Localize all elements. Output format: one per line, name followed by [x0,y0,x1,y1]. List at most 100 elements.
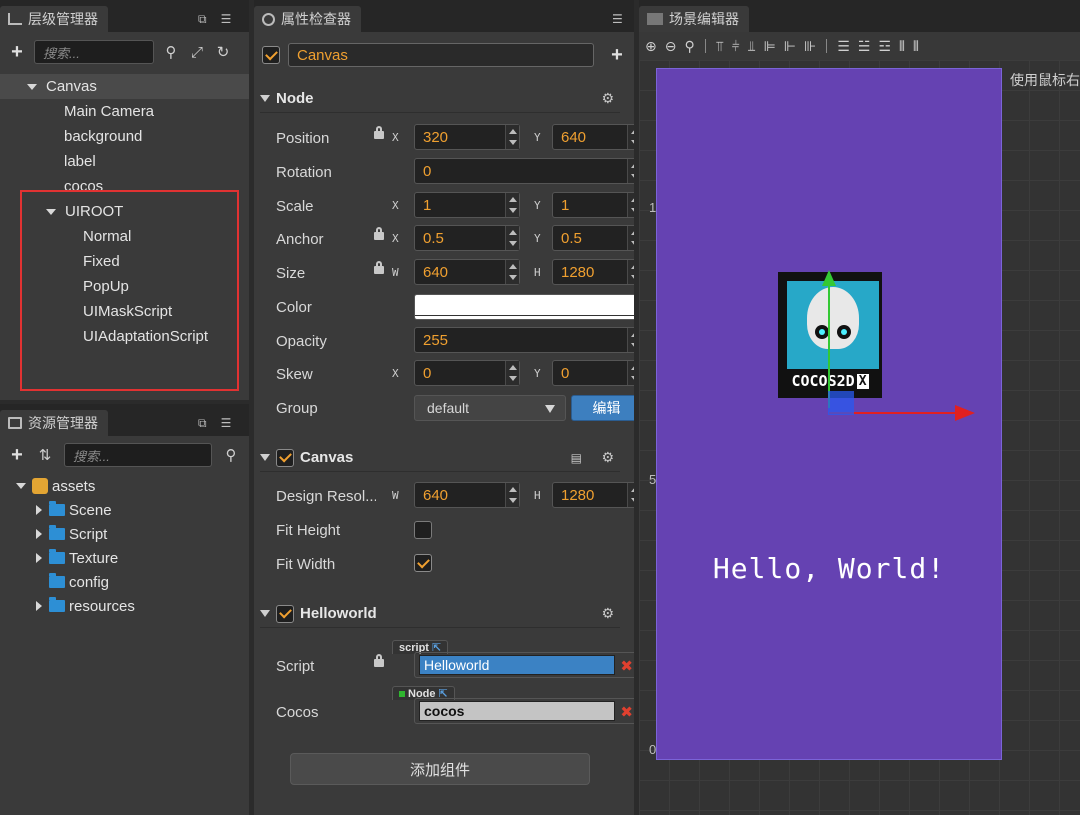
spinner[interactable] [627,159,634,183]
anchor-x-input[interactable]: 0.5 [414,225,520,251]
scale-x-input[interactable]: 1 [414,192,520,218]
gizmo-center-handle[interactable] [828,391,854,415]
gear-icon[interactable]: ⚙ [601,605,614,622]
node-section-header[interactable]: Node ⚙ [260,85,620,113]
canvas-enabled-checkbox[interactable] [276,448,294,467]
distribute-left-icon[interactable]: ⦀ [899,38,905,55]
design-w-input[interactable]: 640 [414,482,520,508]
align-hcenter-icon[interactable]: ⊩ [784,38,796,55]
collapse-arrow-icon[interactable] [260,610,270,617]
clear-icon[interactable]: ✖ [620,703,633,721]
assets-search-input[interactable]: 搜索... [64,443,212,467]
menu-icon[interactable]: ☰ [221,416,232,431]
node-name-input[interactable]: Canvas [288,43,594,67]
asset-folder-texture[interactable]: Texture [0,546,249,570]
add-component-plus-button[interactable]: + [608,45,626,65]
spinner[interactable] [627,125,634,149]
node-active-checkbox[interactable] [262,46,280,64]
tree-node-background[interactable]: background [0,124,249,149]
cocos-node-field[interactable]: cocos ✖ [414,698,634,724]
hierarchy-search-input[interactable]: 搜索... [34,40,154,64]
asset-root[interactable]: assets [0,474,249,498]
spinner[interactable] [627,193,634,217]
skew-x-input[interactable]: 0 [414,360,520,386]
skew-y-input[interactable]: 0 [552,360,634,386]
spinner[interactable] [627,260,634,284]
canvas-section-header[interactable]: Canvas ▤ ⚙ [260,444,620,472]
book-icon[interactable]: ▤ [571,451,582,465]
gear-icon[interactable]: ⚙ [601,90,614,107]
anchor-y-input[interactable]: 0.5 [552,225,634,251]
design-h-input[interactable]: 1280 [552,482,634,508]
menu-icon[interactable]: ☰ [221,12,232,27]
collapse-arrow-icon[interactable] [36,529,42,539]
zoom-out-icon[interactable]: ⊖ [665,38,677,55]
spinner[interactable] [505,125,519,149]
popout-icon[interactable]: ⧉ [198,416,207,431]
clear-icon[interactable]: ✖ [620,657,633,675]
assets-tab[interactable]: 资源管理器 [0,410,108,436]
inspector-tab[interactable]: 属性检查器 [254,6,361,32]
add-component-button[interactable]: 添加组件 [290,753,590,785]
color-picker[interactable] [414,294,634,320]
rotation-input[interactable]: 0 [414,158,634,184]
spinner[interactable] [505,483,519,507]
lock-icon[interactable] [374,261,384,274]
align-vcenter-icon[interactable]: ⫩ [732,38,740,55]
gizmo-y-axis[interactable] [828,278,830,408]
asset-folder-scene[interactable]: Scene [0,498,249,522]
zoom-reset-icon[interactable]: ⚲ [684,38,694,55]
size-h-input[interactable]: 1280 [552,259,634,285]
zoom-in-icon[interactable]: ⊕ [645,38,657,55]
collapse-arrow-icon[interactable] [36,553,42,563]
refresh-icon[interactable]: ↻ [214,43,232,61]
spinner[interactable] [505,226,519,250]
asset-folder-script[interactable]: Script [0,522,249,546]
spinner[interactable] [627,483,634,507]
fit-height-checkbox[interactable] [414,521,432,539]
tree-node-canvas[interactable]: Canvas [0,74,249,99]
group-select[interactable]: default [414,395,566,421]
lock-icon[interactable] [374,126,384,139]
opacity-input[interactable]: 255 [414,327,634,353]
asset-folder-config[interactable]: config [0,570,249,594]
cocos-logo-sprite[interactable]: COCOS2D X [778,272,882,398]
position-y-input[interactable]: 640 [552,124,634,150]
spinner[interactable] [505,193,519,217]
lock-icon[interactable] [374,654,384,667]
collapse-arrow-icon[interactable] [36,601,42,611]
tree-node-label[interactable]: label [0,149,249,174]
distribute-hcenter-icon[interactable]: ⫴ [913,38,919,55]
spinner[interactable] [627,361,634,385]
expand-arrow-icon[interactable] [27,83,37,90]
align-top-icon[interactable]: ⫪ [716,38,724,55]
align-left-icon[interactable]: ⊫ [764,38,776,55]
asset-folder-resources[interactable]: resources [0,594,249,618]
position-x-input[interactable]: 320 [414,124,520,150]
popout-icon[interactable]: ⧉ [198,12,207,27]
expand-arrow-icon[interactable] [16,483,26,489]
gizmo-x-arrow-icon[interactable] [955,405,975,421]
distribute-top-icon[interactable]: ☰ [837,38,850,55]
menu-icon[interactable]: ☰ [612,12,623,26]
size-w-input[interactable]: 640 [414,259,520,285]
add-node-button[interactable]: + [8,42,26,62]
sort-icon[interactable]: ⇅ [36,446,54,464]
scale-y-input[interactable]: 1 [552,192,634,218]
helloworld-section-header[interactable]: Helloworld ⚙ [260,600,620,628]
helloworld-enabled-checkbox[interactable] [276,604,294,623]
align-bottom-icon[interactable]: ⫫ [748,38,756,55]
hello-world-label[interactable]: Hello, World! [656,552,1002,585]
collapse-arrow-icon[interactable] [36,505,42,515]
search-icon[interactable]: ⚲ [222,446,240,464]
create-asset-button[interactable]: + [8,445,26,465]
distribute-vcenter-icon[interactable]: ☱ [858,38,871,55]
collapse-arrow-icon[interactable] [260,454,270,461]
spinner[interactable] [505,361,519,385]
expand-icon[interactable]: ⤢ [188,44,206,61]
hierarchy-tab[interactable]: 层级管理器 [0,6,108,32]
tree-node-main-camera[interactable]: Main Camera [0,99,249,124]
distribute-bottom-icon[interactable]: ☲ [878,38,891,55]
gear-icon[interactable]: ⚙ [601,449,614,466]
spinner[interactable] [627,328,634,352]
